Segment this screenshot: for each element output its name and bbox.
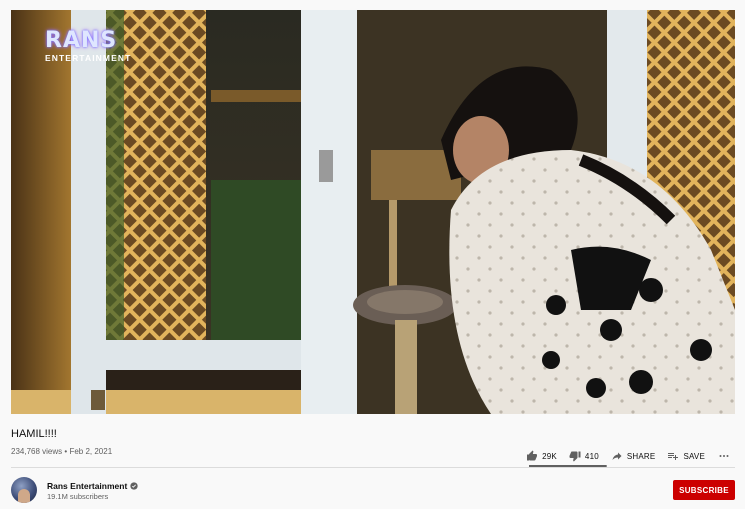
meta-separator: • xyxy=(64,447,68,456)
subscribe-button[interactable]: SUBSCRIBE xyxy=(673,480,735,500)
video-meta-row: 234,768 views • Feb 2, 2021 29K 410 SHAR… xyxy=(11,446,735,468)
verified-check-icon xyxy=(130,482,138,490)
dislike-button[interactable]: 410 xyxy=(569,450,599,462)
more-horizontal-icon xyxy=(719,455,729,457)
share-label: SHARE xyxy=(626,451,656,461)
dislike-count: 410 xyxy=(584,451,599,461)
share-arrow-icon xyxy=(612,452,622,460)
like-button[interactable]: 29K xyxy=(526,450,557,462)
channel-name[interactable]: Rans Entertainment xyxy=(47,481,127,491)
watermark-subtext: ENTERTAINMENT xyxy=(45,53,132,63)
video-actions: 29K 410 SHARE SAVE xyxy=(514,446,735,466)
channel-avatar[interactable] xyxy=(11,477,37,503)
like-count: 29K xyxy=(542,451,557,461)
save-label: SAVE xyxy=(683,451,705,461)
channel-name-row[interactable]: Rans Entertainment xyxy=(47,481,138,491)
playlist-add-icon xyxy=(668,453,679,460)
share-button[interactable]: SHARE xyxy=(611,450,656,462)
publish-date: Feb 2, 2021 xyxy=(69,447,113,456)
video-frame xyxy=(11,10,735,414)
thumbs-up-icon xyxy=(527,450,538,461)
channel-row: Rans Entertainment 19.1M subscribers SUB… xyxy=(11,477,735,505)
video-title: HAMIL!!!! xyxy=(11,428,57,440)
video-player[interactable]: RANS ENTERTAINMENT xyxy=(11,10,735,414)
save-button[interactable]: SAVE xyxy=(667,450,705,462)
watermark-logo-text: RANS xyxy=(45,28,118,53)
video-stats: 234,768 views • Feb 2, 2021 xyxy=(11,447,112,456)
subscriber-count: 19.1M subscribers xyxy=(47,492,109,501)
section-divider xyxy=(11,467,735,468)
channel-watermark: RANS ENTERTAINMENT xyxy=(45,28,141,64)
view-count: 234,768 views xyxy=(11,447,63,456)
thumbs-down-icon xyxy=(569,451,581,462)
more-actions-button[interactable] xyxy=(717,450,735,462)
